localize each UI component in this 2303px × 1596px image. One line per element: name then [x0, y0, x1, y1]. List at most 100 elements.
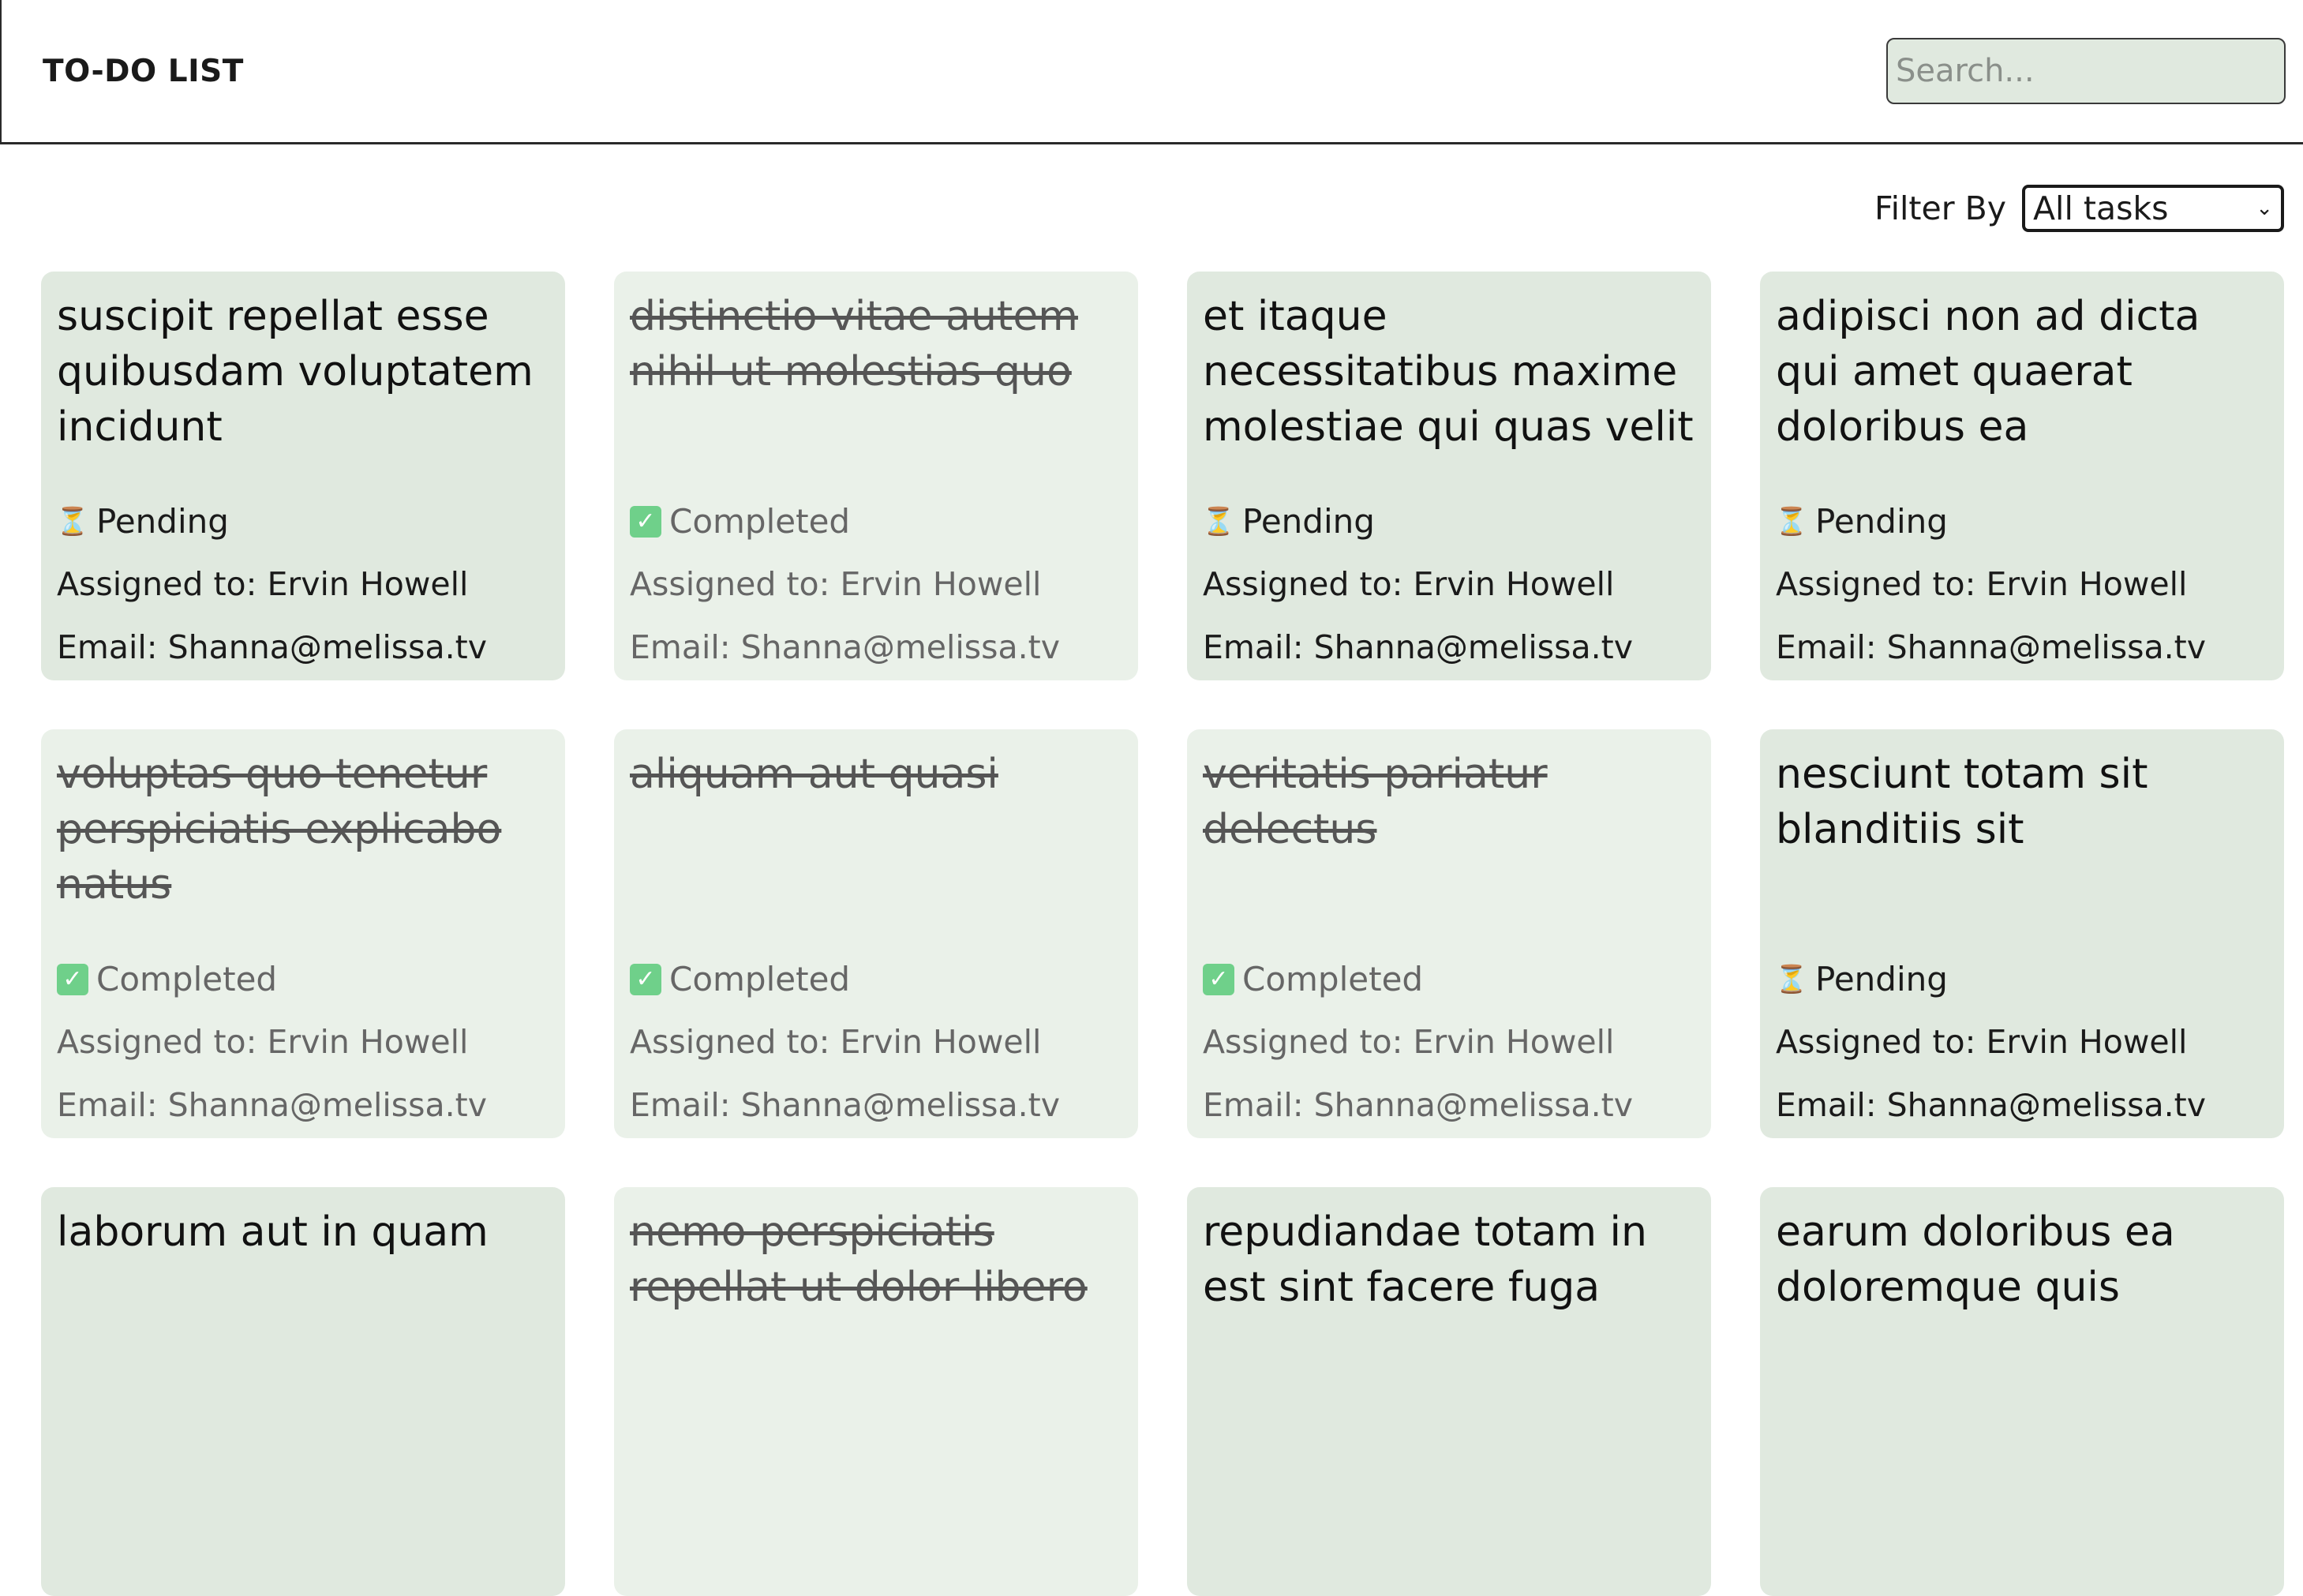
email-prefix: Email:	[1203, 628, 1304, 666]
check-icon: ✓	[630, 963, 661, 995]
task-email: Email: Shanna@melissa.tv	[1203, 1086, 1633, 1124]
task-title: distinctio vitae autem nihil ut molestia…	[630, 293, 1078, 395]
status-label: Completed	[96, 960, 278, 998]
task-email: Email: Shanna@melissa.tv	[630, 628, 1060, 666]
check-icon: ✓	[57, 963, 88, 995]
task-status: ⏳ Pending	[1201, 502, 1375, 541]
assignee-name: Ervin Howell	[1413, 565, 1615, 603]
assigned-prefix: Assigned to:	[1776, 1023, 1976, 1061]
task-card[interactable]: repudiandae totam in est sint facere fug…	[1187, 1187, 1711, 1596]
filter-select[interactable]: All tasks ⌄	[2022, 185, 2284, 232]
header: TO-DO LIST	[0, 0, 2303, 144]
check-icon: ✓	[1203, 963, 1234, 995]
email-value: Shanna@melissa.tv	[167, 1086, 488, 1124]
task-email: Email: Shanna@melissa.tv	[1776, 1086, 2206, 1124]
email-value: Shanna@melissa.tv	[1313, 1086, 1634, 1124]
task-title: veritatis pariatur delectus	[1203, 751, 1548, 853]
task-status: ✓ Completed	[630, 502, 850, 541]
assigned-prefix: Assigned to:	[630, 1023, 830, 1061]
assigned-prefix: Assigned to:	[57, 565, 257, 603]
task-assignee: Assigned to: Ervin Howell	[1203, 565, 1614, 603]
email-value: Shanna@melissa.tv	[1886, 1086, 2207, 1124]
assigned-prefix: Assigned to:	[1203, 1023, 1403, 1061]
status-label: Pending	[1815, 960, 1948, 998]
check-icon: ✓	[630, 505, 661, 538]
task-title: nesciunt totam sit blanditiis sit	[1776, 751, 2148, 853]
task-title: laborum aut in quam	[57, 1208, 489, 1256]
assigned-prefix: Assigned to:	[1203, 565, 1403, 603]
task-title: suscipit repellat esse quibusdam volupta…	[57, 293, 534, 451]
assignee-name: Ervin Howell	[267, 1023, 469, 1061]
filter-label: Filter By	[1874, 189, 2006, 227]
task-email: Email: Shanna@melissa.tv	[57, 1086, 487, 1124]
task-card[interactable]: adipisci non ad dicta qui amet quaerat d…	[1760, 272, 2284, 680]
task-status: ✓ Completed	[57, 960, 277, 998]
email-prefix: Email:	[57, 1086, 158, 1124]
task-title: aliquam aut quasi	[630, 751, 998, 798]
task-card[interactable]: distinctio vitae autem nihil ut molestia…	[614, 272, 1138, 680]
assignee-name: Ervin Howell	[1986, 1023, 2188, 1061]
task-assignee: Assigned to: Ervin Howell	[1776, 565, 2187, 603]
status-label: Pending	[96, 502, 229, 541]
assignee-name: Ervin Howell	[267, 565, 469, 603]
task-email: Email: Shanna@melissa.tv	[57, 628, 487, 666]
task-card[interactable]: veritatis pariatur delectus ✓ Completed Ass…	[1187, 729, 1711, 1138]
status-label: Completed	[669, 960, 851, 998]
task-status: ⏳ Pending	[1774, 502, 1948, 541]
assigned-prefix: Assigned to:	[1776, 565, 1976, 603]
email-prefix: Email:	[630, 1086, 731, 1124]
hourglass-icon: ⏳	[1201, 505, 1236, 538]
task-assignee: Assigned to: Ervin Howell	[630, 565, 1041, 603]
task-status: ✓ Completed	[1203, 960, 1423, 998]
status-label: Pending	[1815, 502, 1948, 541]
task-card[interactable]: earum doloribus ea doloremque quis	[1760, 1187, 2284, 1596]
app-title: TO-DO LIST	[43, 54, 244, 89]
assigned-prefix: Assigned to:	[57, 1023, 257, 1061]
task-assignee: Assigned to: Ervin Howell	[57, 565, 468, 603]
email-prefix: Email:	[1203, 1086, 1304, 1124]
email-value: Shanna@melissa.tv	[1886, 628, 2207, 666]
task-assignee: Assigned to: Ervin Howell	[57, 1023, 468, 1061]
task-status: ✓ Completed	[630, 960, 850, 998]
status-label: Completed	[1242, 960, 1424, 998]
assignee-name: Ervin Howell	[1986, 565, 2188, 603]
task-title: earum doloribus ea doloremque quis	[1776, 1208, 2175, 1311]
chevron-down-icon: ⌄	[2256, 197, 2273, 220]
task-grid: suscipit repellat esse quibusdam volupta…	[41, 272, 2284, 1596]
hourglass-icon: ⏳	[1774, 963, 1809, 995]
task-email: Email: Shanna@melissa.tv	[630, 1086, 1060, 1124]
email-value: Shanna@melissa.tv	[1313, 628, 1634, 666]
task-status: ⏳ Pending	[56, 502, 229, 541]
assignee-name: Ervin Howell	[840, 565, 1042, 603]
task-email: Email: Shanna@melissa.tv	[1203, 628, 1633, 666]
assigned-prefix: Assigned to:	[630, 565, 830, 603]
task-card[interactable]: voluptas quo tenetur perspiciatis explic…	[41, 729, 565, 1138]
task-email: Email: Shanna@melissa.tv	[1776, 628, 2206, 666]
task-status: ⏳ Pending	[1774, 960, 1948, 998]
search-input[interactable]	[1886, 38, 2286, 104]
task-title: nemo perspiciatis repellat ut dolor libe…	[630, 1208, 1088, 1311]
task-card[interactable]: laborum aut in quam	[41, 1187, 565, 1596]
task-assignee: Assigned to: Ervin Howell	[1776, 1023, 2187, 1061]
task-card[interactable]: aliquam aut quasi ✓ Completed Assigned to: …	[614, 729, 1138, 1138]
email-prefix: Email:	[57, 628, 158, 666]
email-prefix: Email:	[1776, 628, 1877, 666]
email-value: Shanna@melissa.tv	[740, 1086, 1061, 1124]
task-assignee: Assigned to: Ervin Howell	[1203, 1023, 1614, 1061]
filter-selected-value: All tasks	[2033, 189, 2169, 227]
email-prefix: Email:	[630, 628, 731, 666]
task-card[interactable]: nesciunt totam sit blanditiis sit ⏳ Pendin…	[1760, 729, 2284, 1138]
task-card[interactable]: nemo perspiciatis repellat ut dolor libe…	[614, 1187, 1138, 1596]
task-card[interactable]: et itaque necessitatibus maxime molestia…	[1187, 272, 1711, 680]
hourglass-icon: ⏳	[1774, 505, 1809, 538]
task-title: et itaque necessitatibus maxime molestia…	[1203, 293, 1694, 451]
task-card[interactable]: suscipit repellat esse quibusdam volupta…	[41, 272, 565, 680]
status-label: Pending	[1242, 502, 1375, 541]
status-label: Completed	[669, 502, 851, 541]
email-value: Shanna@melissa.tv	[167, 628, 488, 666]
task-title: voluptas quo tenetur perspiciatis explic…	[57, 751, 502, 909]
task-title: adipisci non ad dicta qui amet quaerat d…	[1776, 293, 2200, 451]
filter-bar: Filter By All tasks ⌄	[1874, 183, 2284, 234]
email-prefix: Email:	[1776, 1086, 1877, 1124]
assignee-name: Ervin Howell	[840, 1023, 1042, 1061]
